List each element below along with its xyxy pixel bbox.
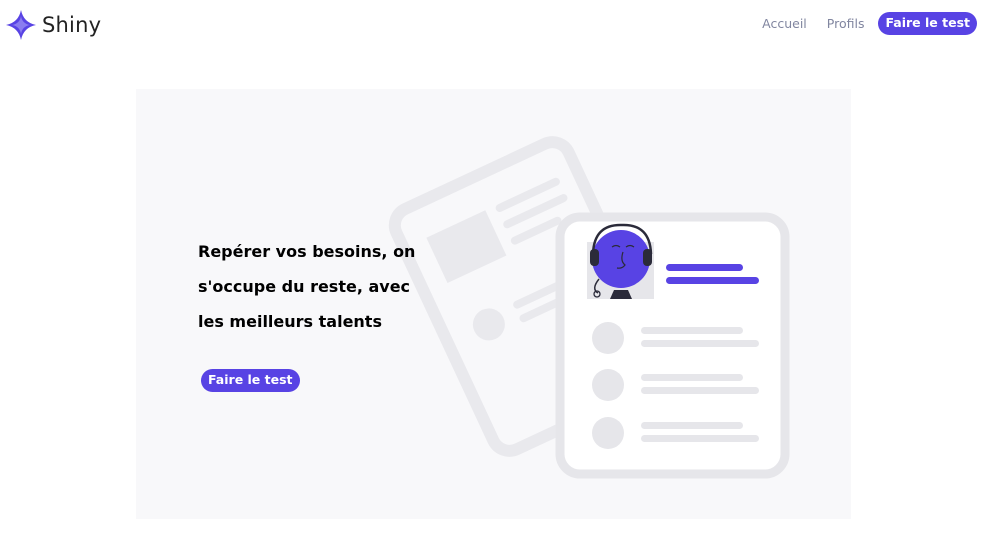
header: Shiny Accueil Profils Faire le test: [0, 0, 991, 50]
nav-take-test-button[interactable]: Faire le test: [878, 12, 977, 35]
front-card: [555, 212, 790, 479]
brand-name: Shiny: [42, 13, 102, 37]
hero-take-test-button[interactable]: Faire le test: [201, 369, 300, 392]
logo-link[interactable]: Shiny: [5, 9, 101, 41]
hero-title: Repérer vos besoins, on s'occupe du rest…: [198, 242, 416, 331]
nav-profiles-link[interactable]: Profils: [827, 16, 865, 31]
star-logo-icon: [6, 10, 36, 40]
hero-section: Repérer vos besoins, on s'occupe du rest…: [136, 89, 851, 519]
main-nav: Accueil Profils Faire le test: [762, 12, 977, 35]
nav-home-link[interactable]: Accueil: [762, 16, 807, 31]
hero-text-block: Repérer vos besoins, on s'occupe du rest…: [198, 234, 428, 339]
